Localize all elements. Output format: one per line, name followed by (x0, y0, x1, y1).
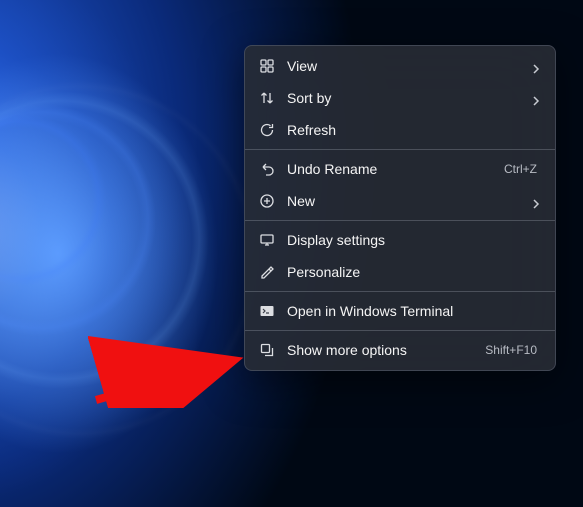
menu-item-personalize[interactable]: Personalize (249, 256, 551, 288)
menu-shortcut: Shift+F10 (485, 343, 537, 357)
personalize-icon (259, 264, 275, 280)
menu-item-show-more-options[interactable]: Show more options Shift+F10 (249, 334, 551, 366)
sort-icon (259, 90, 275, 106)
show-more-icon (259, 342, 275, 358)
menu-label: Refresh (287, 122, 541, 138)
menu-item-refresh[interactable]: Refresh (249, 114, 551, 146)
menu-label: Display settings (287, 232, 541, 248)
menu-separator (245, 291, 555, 292)
menu-label: Show more options (287, 342, 473, 358)
menu-item-view[interactable]: View (249, 50, 551, 82)
menu-item-sort-by[interactable]: Sort by (249, 82, 551, 114)
display-icon (259, 232, 275, 248)
undo-icon (259, 161, 275, 177)
menu-label: View (287, 58, 519, 74)
menu-label: Sort by (287, 90, 519, 106)
refresh-icon (259, 122, 275, 138)
terminal-icon (259, 303, 275, 319)
menu-item-display-settings[interactable]: Display settings (249, 224, 551, 256)
menu-separator (245, 220, 555, 221)
menu-separator (245, 330, 555, 331)
menu-label: New (287, 193, 519, 209)
menu-label: Undo Rename (287, 161, 492, 177)
desktop-context-menu: View Sort by Refresh Undo Rename Ctrl+Z … (244, 45, 556, 371)
menu-separator (245, 149, 555, 150)
chevron-right-icon (531, 196, 541, 206)
menu-item-undo-rename[interactable]: Undo Rename Ctrl+Z (249, 153, 551, 185)
menu-shortcut: Ctrl+Z (504, 162, 537, 176)
chevron-right-icon (531, 61, 541, 71)
menu-label: Personalize (287, 264, 541, 280)
view-icon (259, 58, 275, 74)
menu-item-open-terminal[interactable]: Open in Windows Terminal (249, 295, 551, 327)
menu-label: Open in Windows Terminal (287, 303, 541, 319)
new-icon (259, 193, 275, 209)
menu-item-new[interactable]: New (249, 185, 551, 217)
chevron-right-icon (531, 93, 541, 103)
